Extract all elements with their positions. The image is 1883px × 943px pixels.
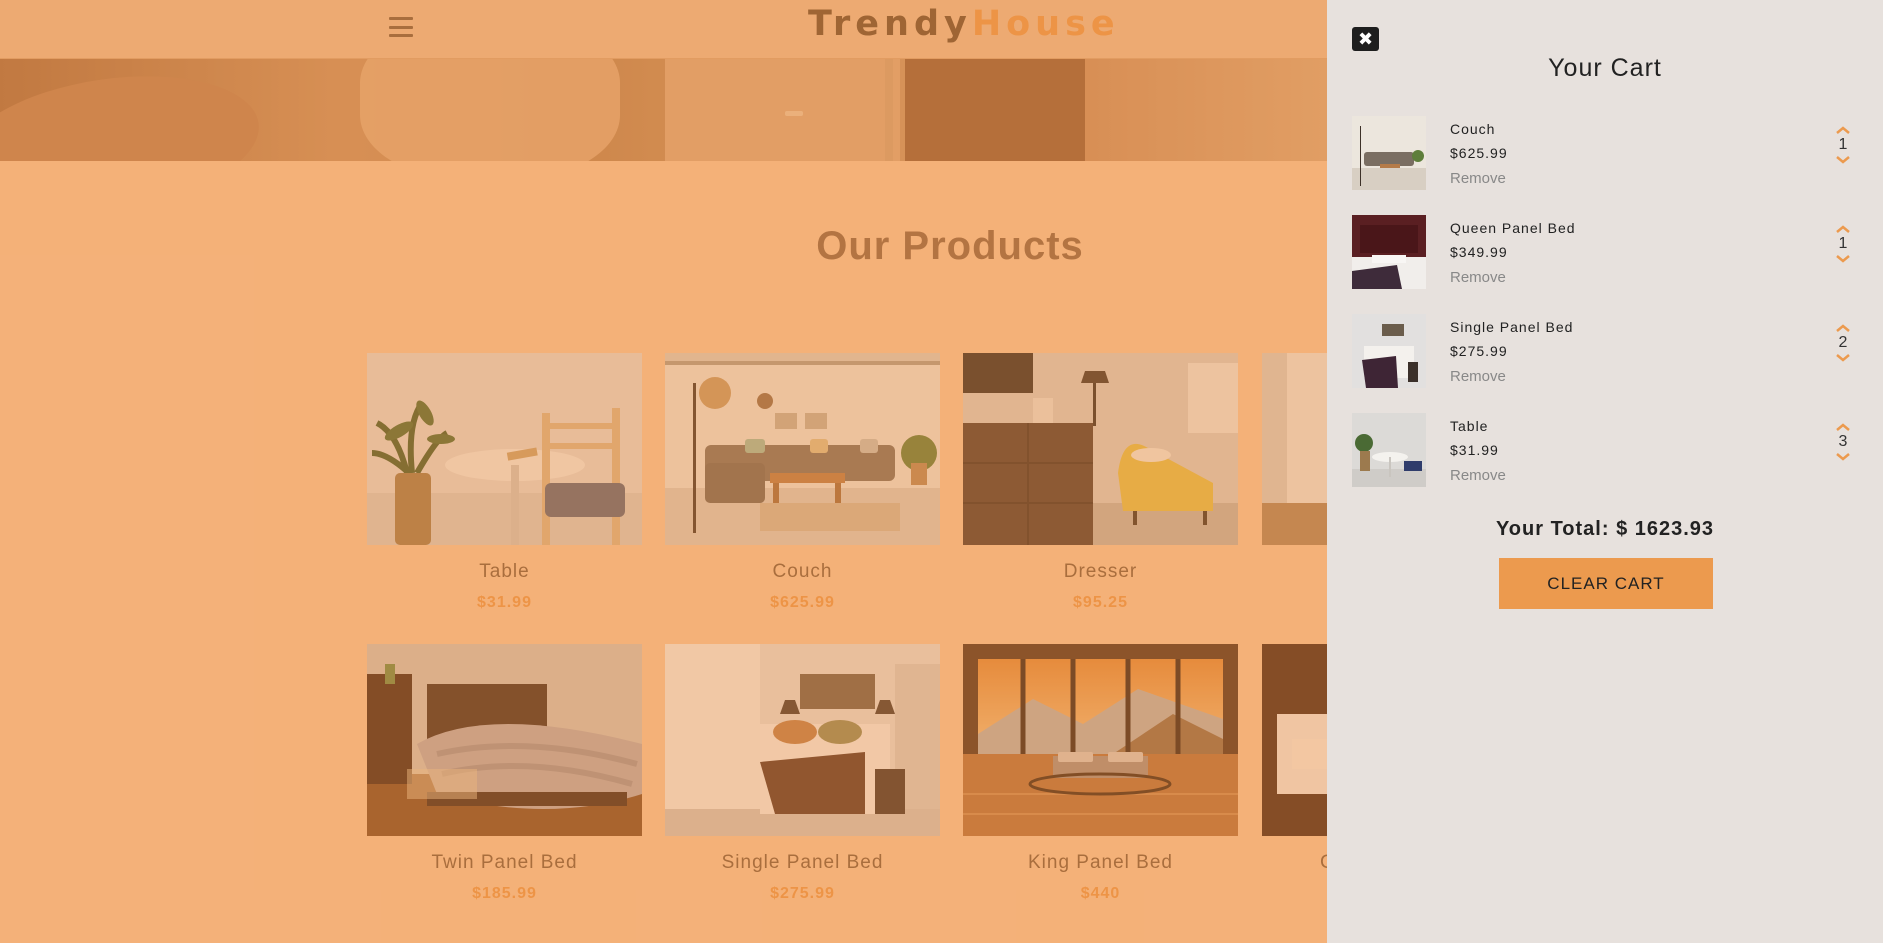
cart-item-price: $31.99 — [1450, 442, 1499, 458]
quantity-stepper: 1 — [1833, 125, 1853, 165]
quantity-value: 1 — [1838, 136, 1848, 153]
remove-link[interactable]: Remove — [1450, 170, 1506, 187]
chevron-up-icon[interactable] — [1833, 125, 1853, 135]
chevron-down-icon[interactable] — [1833, 254, 1853, 264]
logo[interactable]: TrendyHouse — [808, 4, 1120, 44]
cart-panel: ✖ Your Cart Couch $625.99 Remove 1 Queen… — [1327, 0, 1883, 943]
quantity-value: 2 — [1838, 334, 1848, 351]
quantity-stepper: 2 — [1833, 323, 1853, 363]
product-name: Dresser — [1063, 561, 1138, 582]
quantity-value: 1 — [1838, 235, 1848, 252]
chevron-down-icon[interactable] — [1833, 155, 1853, 165]
cart-item-name: Single Panel Bed — [1450, 319, 1574, 335]
cart-item-name: Couch — [1450, 121, 1496, 137]
chevron-up-icon[interactable] — [1833, 422, 1853, 432]
product-image[interactable] — [367, 353, 642, 545]
chevron-up-icon[interactable] — [1833, 323, 1853, 333]
product-price: $31.99 — [477, 594, 532, 611]
product-name: Couch — [772, 561, 833, 582]
product-name: Table — [479, 561, 530, 582]
remove-link[interactable]: Remove — [1450, 269, 1506, 286]
product-image[interactable] — [665, 644, 940, 836]
product-name: Twin Panel Bed — [431, 852, 578, 873]
product-image[interactable] — [1262, 353, 1327, 545]
product-card[interactable]: King Panel Bed $440 — [963, 644, 1238, 919]
logo-part-trendy: Trendy — [808, 4, 972, 44]
cart-item-price: $275.99 — [1450, 343, 1508, 359]
cart-title: Your Cart — [1548, 54, 1662, 82]
chevron-up-icon[interactable] — [1833, 224, 1853, 234]
product-price: $275.99 — [770, 885, 835, 902]
product-card[interactable]: Twin Panel Bed $185.99 — [367, 644, 642, 919]
cart-item-image — [1352, 116, 1426, 190]
chevron-down-icon[interactable] — [1833, 353, 1853, 363]
product-image[interactable] — [963, 353, 1238, 545]
product-price: $440 — [1080, 885, 1121, 902]
product-card[interactable]: C — [1262, 644, 1327, 919]
quantity-stepper: 3 — [1833, 422, 1853, 462]
product-card[interactable]: Dresser $95.25 — [963, 353, 1238, 628]
product-image[interactable] — [1262, 644, 1327, 836]
cart-item: Table $31.99 Remove 3 — [1352, 413, 1872, 488]
clear-cart-button[interactable]: CLEAR CART — [1499, 558, 1713, 609]
cart-item-image — [1352, 215, 1426, 289]
product-name: C — [1320, 852, 1327, 874]
logo-part-house: House — [971, 4, 1120, 44]
product-card[interactable]: Couch $625.99 — [665, 353, 940, 628]
remove-link[interactable]: Remove — [1450, 467, 1506, 484]
remove-link[interactable]: Remove — [1450, 368, 1506, 385]
close-icon[interactable]: ✖ — [1352, 27, 1379, 51]
quantity-value: 3 — [1838, 433, 1848, 450]
cart-item-price: $625.99 — [1450, 145, 1508, 161]
product-image[interactable] — [963, 644, 1238, 836]
cart-item: Queen Panel Bed $349.99 Remove 1 — [1352, 215, 1872, 290]
product-card[interactable]: Single Panel Bed $275.99 — [665, 644, 940, 919]
cart-item-name: Queen Panel Bed — [1450, 220, 1576, 236]
cart-item-name: Table — [1450, 418, 1489, 434]
product-name: Single Panel Bed — [721, 852, 884, 873]
cart-item: Single Panel Bed $275.99 Remove 2 — [1352, 314, 1872, 389]
cart-total: Your Total: $ 1623.93 — [1495, 518, 1715, 540]
cart-item-image — [1352, 413, 1426, 487]
cart-item-price: $349.99 — [1450, 244, 1508, 260]
cart-item-image — [1352, 314, 1426, 388]
hamburger-icon[interactable] — [389, 17, 413, 37]
chevron-down-icon[interactable] — [1833, 452, 1853, 462]
product-price: $625.99 — [770, 594, 835, 611]
product-name: King Panel Bed — [1028, 852, 1173, 873]
quantity-stepper: 1 — [1833, 224, 1853, 264]
cart-item: Couch $625.99 Remove 1 — [1352, 116, 1872, 191]
product-image[interactable] — [665, 353, 940, 545]
product-price: $95.25 — [1073, 594, 1128, 611]
product-card[interactable]: Table $31.99 — [367, 353, 642, 628]
product-card[interactable] — [1262, 353, 1327, 628]
product-image[interactable] — [367, 644, 642, 836]
product-price: $185.99 — [472, 885, 537, 902]
